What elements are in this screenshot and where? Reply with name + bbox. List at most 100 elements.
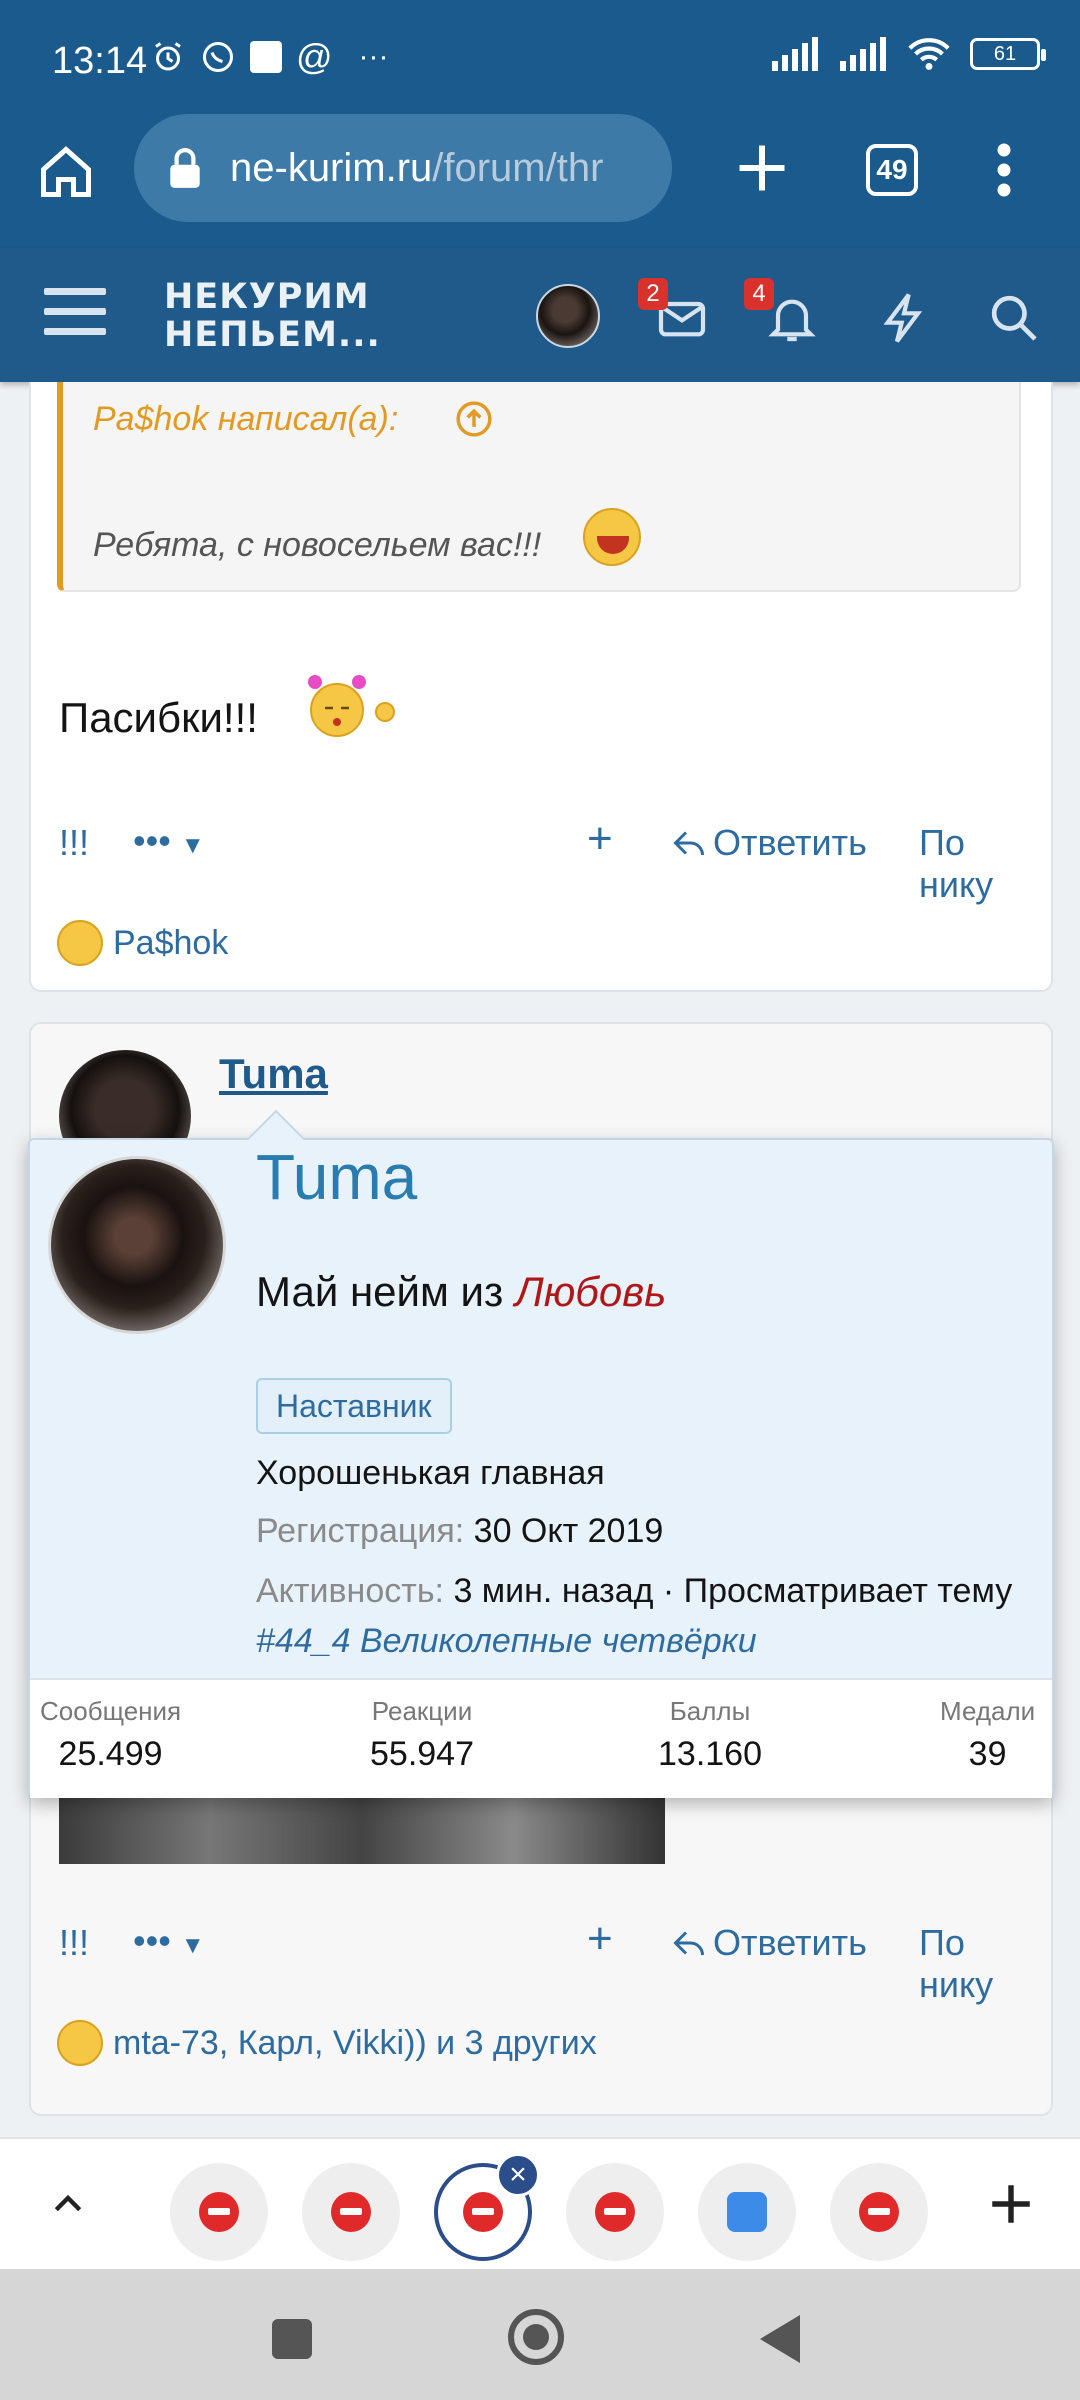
more-dots: ••• bbox=[133, 1920, 171, 1961]
reply-label: Ответить bbox=[713, 1922, 867, 1963]
browser-menu-icon[interactable] bbox=[990, 140, 1018, 200]
activity-info: Активность: 3 мин. назад · Просматривает… bbox=[256, 1566, 1036, 1666]
reply-button[interactable]: Ответить bbox=[671, 1922, 867, 1964]
tab-thumbnail[interactable] bbox=[698, 2163, 796, 2261]
stat-label: Реакции bbox=[371, 1696, 473, 1726]
lightning-icon[interactable] bbox=[876, 290, 932, 346]
url-text[interactable]: ne-kurim.ru/forum/thr bbox=[230, 146, 660, 191]
activity-value: 3 мин. назад · Просматривает тему bbox=[453, 1572, 1013, 1610]
thread-link[interactable]: #44_4 Великолепные четвёрки bbox=[256, 1622, 757, 1660]
lock-icon bbox=[170, 148, 200, 188]
stat-label: Медали bbox=[940, 1696, 1036, 1726]
by-nick-button[interactable]: По нику bbox=[919, 822, 1029, 906]
report-button[interactable]: !!! bbox=[59, 1922, 89, 1964]
member-name[interactable]: Tuma bbox=[256, 1140, 417, 1214]
logo-line1: НЕКУРИМ bbox=[164, 277, 370, 317]
kissing-emoji-icon bbox=[308, 675, 395, 737]
member-avatar[interactable] bbox=[48, 1156, 226, 1334]
site-favicon-icon bbox=[199, 2192, 239, 2232]
add-tab-icon[interactable] bbox=[986, 2179, 1036, 2229]
rofl-emoji-icon bbox=[57, 2020, 103, 2066]
signal-icon bbox=[772, 37, 818, 71]
back-button[interactable] bbox=[760, 2315, 800, 2363]
chevron-down-icon: ▼ bbox=[180, 1932, 205, 1959]
tab-strip: × bbox=[0, 2137, 1080, 2269]
stat-label: Сообщения bbox=[40, 1696, 182, 1726]
reply-icon bbox=[673, 1931, 704, 1956]
notification-icons: @ ··· bbox=[150, 36, 389, 78]
tab-switcher-button[interactable]: 49 bbox=[866, 144, 918, 196]
reactions-users[interactable]: Pa$hok bbox=[113, 924, 228, 963]
tab-thumbnail[interactable] bbox=[830, 2163, 928, 2261]
new-tab-icon[interactable] bbox=[732, 138, 792, 198]
member-stats: Сообщения 25.499 Реакции 55.947 Баллы 13… bbox=[30, 1678, 1052, 1798]
reply-label: Ответить bbox=[713, 822, 867, 863]
stat-value: 25.499 bbox=[58, 1735, 163, 1773]
reactions-summary[interactable]: mta-73, Карл, Vikki)) и 3 других bbox=[57, 2020, 597, 2066]
forum-header: НЕКУРИМ НЕПЬЕМ... 2 4 bbox=[0, 248, 1080, 382]
title-love: Любовь bbox=[514, 1268, 667, 1315]
url-host: ne-kurim.ru bbox=[230, 146, 433, 190]
tab-thumbnail[interactable] bbox=[566, 2163, 664, 2261]
site-favicon-icon bbox=[859, 2192, 899, 2232]
title-prefix: Май нейм из bbox=[256, 1268, 504, 1315]
member-custom-title: Май нейм из Любовь bbox=[256, 1268, 666, 1316]
member-tooltip: Tuma Май нейм из Любовь Наставник Хороше… bbox=[28, 1109, 1054, 1798]
multi-quote-button[interactable]: + bbox=[587, 1914, 613, 1964]
chevron-up-icon[interactable] bbox=[48, 2183, 88, 2223]
search-icon[interactable] bbox=[986, 290, 1042, 346]
user-avatar[interactable] bbox=[536, 284, 600, 348]
tab-thumbnail[interactable] bbox=[302, 2163, 400, 2261]
url-path: /forum/thr bbox=[432, 146, 604, 190]
more-options-button[interactable]: ••• ▼ bbox=[133, 820, 205, 862]
stat-points[interactable]: Баллы 13.160 bbox=[658, 1696, 762, 1774]
quote-block: Pa$hok написал(а): Ребята, с новосельем … bbox=[57, 382, 1021, 592]
more-options-button[interactable]: ••• ▼ bbox=[133, 1920, 205, 1962]
home-button[interactable] bbox=[508, 2309, 564, 2365]
stat-value: 39 bbox=[968, 1735, 1007, 1773]
quote-author[interactable]: Pa$hok написал(а): bbox=[93, 400, 398, 439]
battery-icon: 61 bbox=[970, 38, 1046, 70]
stat-medals[interactable]: Медали 39 bbox=[940, 1696, 1035, 1774]
registration-info: Регистрация: 30 Окт 2019 bbox=[256, 1512, 663, 1551]
stat-messages[interactable]: Сообщения 25.499 bbox=[40, 1696, 181, 1774]
more-dots: ••• bbox=[133, 820, 171, 861]
alarm-icon bbox=[155, 42, 181, 71]
home-icon[interactable] bbox=[36, 142, 96, 202]
laughing-emoji-icon bbox=[583, 508, 641, 566]
by-nick-button[interactable]: По нику bbox=[919, 1922, 1029, 2006]
wifi-icon bbox=[908, 38, 950, 70]
whatsapp-icon bbox=[203, 42, 233, 72]
reply-icon bbox=[673, 831, 704, 856]
document-icon bbox=[727, 2192, 767, 2232]
hamburger-menu-icon[interactable] bbox=[44, 288, 106, 340]
author-name[interactable]: Tuma bbox=[219, 1050, 328, 1098]
post-actions: !!! ••• ▼ + Ответить По нику bbox=[59, 1912, 1029, 2005]
messages-badge: 2 bbox=[638, 278, 668, 310]
stat-value: 13.160 bbox=[658, 1735, 762, 1773]
user-banner-badge: Наставник bbox=[256, 1378, 452, 1434]
more-notifications-icon: ··· bbox=[358, 40, 389, 73]
registration-label: Регистрация: bbox=[256, 1512, 465, 1550]
reactions-users[interactable]: mta-73, Карл, Vikki)) и 3 других bbox=[113, 2024, 597, 2063]
stat-reactions[interactable]: Реакции 55.947 bbox=[370, 1696, 474, 1774]
site-favicon-icon bbox=[595, 2192, 635, 2232]
close-tab-icon[interactable]: × bbox=[496, 2153, 540, 2197]
recents-button[interactable] bbox=[272, 2319, 312, 2359]
reply-button[interactable]: Ответить bbox=[671, 822, 867, 864]
jump-to-quote-icon[interactable] bbox=[455, 400, 493, 438]
site-favicon-icon bbox=[331, 2192, 371, 2232]
system-icons: 61 bbox=[770, 36, 1046, 72]
reactions-summary[interactable]: Pa$hok bbox=[57, 920, 228, 966]
site-logo[interactable]: НЕКУРИМ НЕПЬЕМ... bbox=[164, 278, 381, 354]
post-actions: !!! ••• ▼ + Ответить По нику bbox=[59, 812, 1029, 905]
alerts-badge: 4 bbox=[744, 278, 774, 310]
at-icon: @ bbox=[296, 36, 333, 77]
site-favicon-icon bbox=[463, 2192, 503, 2232]
member-subtitle: Хорошенькая главная bbox=[256, 1454, 605, 1492]
stat-label: Баллы bbox=[669, 1696, 751, 1726]
tab-thumbnail[interactable] bbox=[170, 2163, 268, 2261]
report-button[interactable]: !!! bbox=[59, 822, 89, 864]
app-square-icon bbox=[250, 41, 282, 73]
multi-quote-button[interactable]: + bbox=[587, 814, 613, 864]
